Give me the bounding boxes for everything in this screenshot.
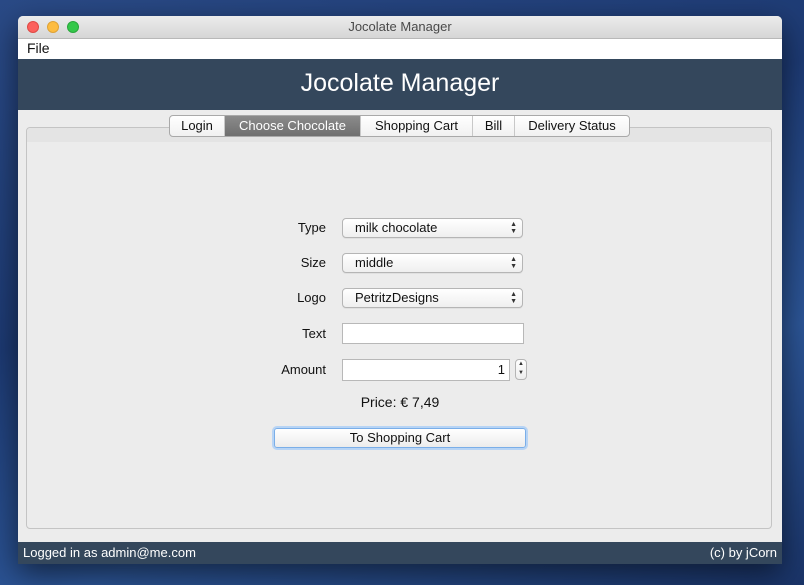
stepper-arrows-icon: ▲ ▼ — [518, 361, 524, 376]
login-status: Logged in as admin@me.com — [23, 545, 196, 560]
price-label: Price: € 7,49 — [360, 394, 440, 410]
logo-select-value: PetritzDesigns — [355, 290, 439, 305]
app-header: Jocolate Manager — [18, 59, 782, 110]
amount-label: Amount — [281, 362, 326, 377]
app-window: Jocolate Manager File Jocolate Manager L… — [18, 16, 782, 564]
window-title: Jocolate Manager — [348, 19, 452, 34]
size-select-value: middle — [355, 255, 394, 270]
status-bar: Logged in as admin@me.com (c) by jCorn — [18, 542, 782, 564]
select-arrows-icon: ▲ ▼ — [510, 291, 517, 305]
logo-select[interactable]: PetritzDesigns ▲ ▼ — [342, 288, 523, 308]
tab-choose-chocolate[interactable]: Choose Chocolate — [225, 116, 361, 136]
select-arrows-icon: ▲ ▼ — [510, 221, 517, 235]
type-label: Type — [297, 220, 326, 235]
title-bar: Jocolate Manager — [18, 16, 782, 39]
menu-file[interactable]: File — [27, 40, 50, 56]
logo-label: Logo — [297, 290, 326, 305]
menu-bar: File — [18, 39, 782, 59]
header-title: Jocolate Manager — [300, 69, 500, 97]
size-label: Size — [300, 255, 326, 270]
copyright: (c) by jCorn — [709, 545, 777, 560]
select-arrows-icon: ▲ ▼ — [510, 256, 517, 270]
type-select-value: milk chocolate — [355, 220, 438, 235]
size-select[interactable]: middle ▲ ▼ — [342, 253, 523, 273]
to-shopping-cart-button[interactable]: To Shopping Cart — [274, 428, 526, 448]
text-label: Text — [302, 326, 326, 341]
type-select[interactable]: milk chocolate ▲ ▼ — [342, 218, 523, 238]
amount-field[interactable]: 1 — [342, 359, 510, 381]
tab-login[interactable]: Login — [170, 116, 225, 136]
amount-stepper[interactable]: ▲ ▼ — [515, 359, 527, 380]
tab-delivery-status[interactable]: Delivery Status — [515, 116, 629, 136]
text-field[interactable] — [342, 323, 524, 344]
tab-shopping-cart[interactable]: Shopping Cart — [361, 116, 473, 136]
tab-bill[interactable]: Bill — [473, 116, 515, 136]
tab-bar: Login Choose Chocolate Shopping Cart Bil… — [169, 115, 630, 137]
